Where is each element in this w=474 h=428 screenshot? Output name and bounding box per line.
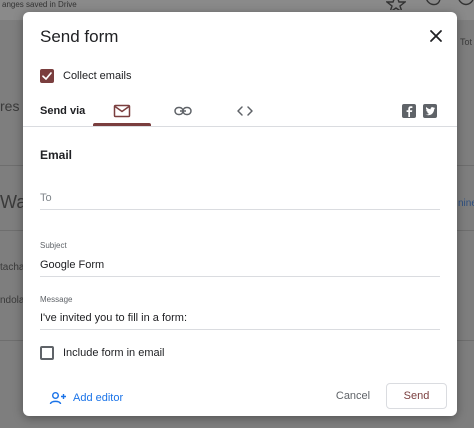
twitter-icon: [425, 107, 436, 116]
send-form-dialog: Send form Collect emails Send via Email …: [23, 12, 457, 416]
star-icon: [386, 0, 406, 10]
close-icon: [430, 30, 442, 42]
background-snippet: nine: [458, 198, 474, 209]
code-icon: [237, 106, 253, 116]
send-via-divider: [23, 126, 457, 127]
tab-embed[interactable]: [225, 96, 265, 126]
twitter-share-button[interactable]: [423, 104, 437, 118]
background-snippet: res: [0, 98, 20, 114]
close-button[interactable]: [424, 24, 448, 48]
facebook-share-button[interactable]: [402, 104, 416, 118]
send-button[interactable]: Send: [386, 383, 447, 409]
send-via-label: Send via: [40, 105, 86, 117]
include-form-label: Include form in email: [63, 347, 165, 359]
preview-icon: [458, 0, 474, 6]
dialog-title: Send form: [40, 27, 119, 46]
background-top-right-text: Tot: [460, 37, 473, 47]
background-snippet: tacha: [0, 262, 25, 273]
message-label: Message: [40, 295, 73, 304]
background-status-text: anges saved in Drive: [2, 0, 77, 9]
message-field[interactable]: [40, 307, 440, 330]
collect-emails-label: Collect emails: [63, 70, 132, 82]
checkmark-icon: [42, 72, 52, 80]
facebook-icon: [406, 106, 413, 117]
link-icon: [174, 106, 192, 116]
cancel-button[interactable]: Cancel: [321, 383, 385, 409]
subject-label: Subject: [40, 241, 67, 250]
mail-icon: [113, 104, 131, 118]
collect-emails-checkbox[interactable]: [40, 69, 54, 83]
add-person-icon: [49, 392, 66, 405]
tab-email[interactable]: [93, 96, 151, 126]
tab-link[interactable]: [163, 96, 203, 126]
add-editor-button[interactable]: Add editor: [49, 391, 123, 405]
to-field[interactable]: [40, 187, 440, 210]
background-snippet: ndola: [0, 295, 25, 306]
include-form-checkbox[interactable]: [40, 346, 54, 360]
subject-field[interactable]: [40, 254, 440, 277]
add-editor-label: Add editor: [73, 392, 124, 404]
email-section-title: Email: [40, 148, 73, 162]
palette-icon: [426, 0, 441, 6]
